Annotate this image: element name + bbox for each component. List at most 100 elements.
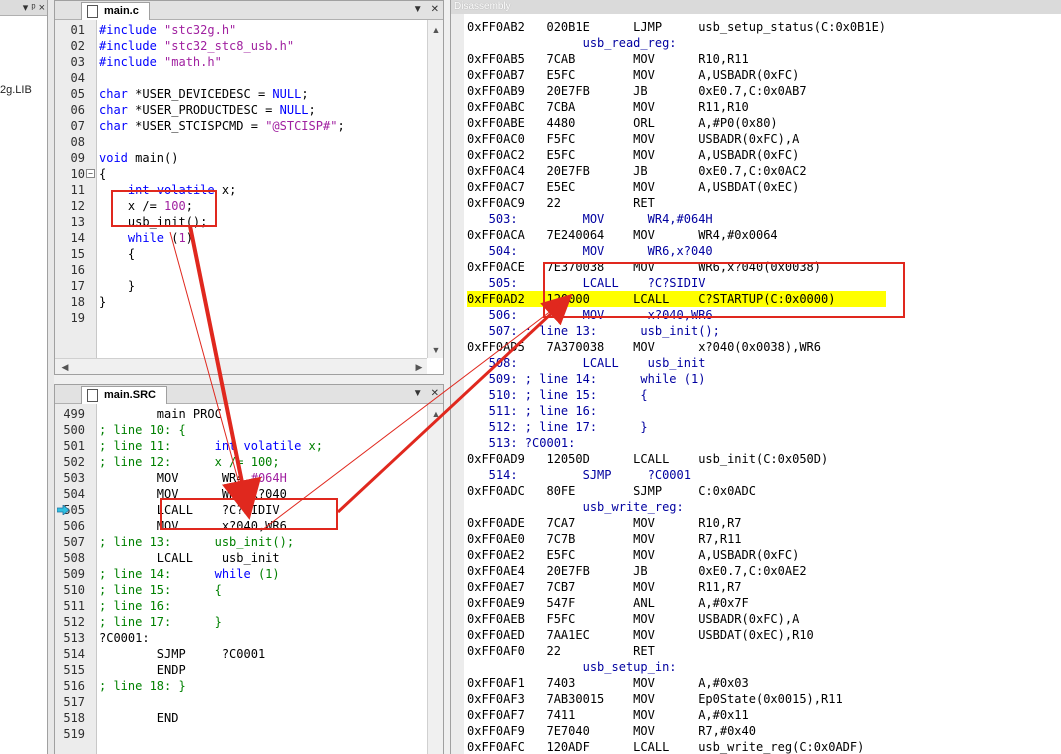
line-number: 518 bbox=[63, 711, 85, 725]
line-code: ; line 13: usb_init(); bbox=[99, 535, 295, 549]
disassembly-line: 0xFF0AC9 22 RET bbox=[467, 196, 655, 210]
line-code: ; line 16: bbox=[99, 599, 172, 613]
disassembly-line: 0xFF0AE2 E5FC MOV A,USBADR(0xFC) bbox=[467, 548, 800, 562]
disassembly-line: 0xFF0AE4 20E7FB JB 0xE0.7,C:0x0AE2 bbox=[467, 564, 807, 578]
disassembly-code[interactable]: 0xFF0AB2 020B1E LJMP usb_setup_status(C:… bbox=[467, 19, 887, 754]
line-code: { bbox=[99, 247, 136, 261]
line-code: void main() bbox=[99, 151, 179, 165]
scroll-up-icon[interactable]: ▲ bbox=[428, 406, 444, 422]
disassembly-line: 0xFF0AE7 7CB7 MOV R11,R7 bbox=[467, 580, 742, 594]
disassembly-line: 513: ?C0001: bbox=[467, 436, 576, 450]
line-number: 511 bbox=[63, 599, 85, 613]
project-file-item[interactable]: 2g.LIB bbox=[0, 84, 32, 96]
fold-toggle-icon[interactable]: − bbox=[86, 169, 95, 178]
line-code: LCALL ?C?SIDIV bbox=[99, 503, 280, 517]
disassembly-line: 0xFF0ABC 7CBA MOV R11,R10 bbox=[467, 100, 749, 114]
project-panel: ▾ ᵖ × 2g.LIB bbox=[0, 0, 48, 754]
line-number: 08 bbox=[70, 135, 85, 149]
line-code: MOV WR6,x?040 bbox=[99, 487, 287, 501]
line-number: 11 bbox=[70, 183, 85, 197]
line-number: 15 bbox=[70, 247, 85, 261]
line-number: 18 bbox=[70, 295, 85, 309]
disassembly-line: 0xFF0AF7 7411 MOV A,#0x11 bbox=[467, 708, 749, 722]
line-code: main PROC bbox=[99, 407, 222, 421]
line-number: 507 bbox=[63, 535, 85, 549]
disassembly-line: 0xFF0AB5 7CAB MOV R10,R11 bbox=[467, 52, 749, 66]
line-number: 509 bbox=[63, 567, 85, 581]
disassembly-line: 0xFF0AC2 E5FC MOV A,USBADR(0xFC) bbox=[467, 148, 800, 162]
mainsrc-window: main.SRC ▼ ✕ 499 main PROC 500 ; line 10: {… bbox=[54, 384, 444, 754]
line-number: 499 bbox=[63, 407, 85, 421]
disassembly-line: 0xFF0AC7 E5EC MOV A,USBDAT(0xEC) bbox=[467, 180, 800, 194]
scroll-left-icon[interactable]: ◀ bbox=[57, 359, 73, 375]
tab-dropdown-icon[interactable]: ▼ bbox=[413, 4, 423, 15]
line-number: 519 bbox=[63, 727, 85, 741]
tab-dropdown-icon[interactable]: ▼ bbox=[413, 388, 423, 399]
disassembly-line: 514: SJMP ?C0001 bbox=[467, 468, 691, 482]
project-panel-header[interactable]: ▾ ᵖ × bbox=[0, 0, 47, 16]
line-code: { bbox=[99, 167, 107, 181]
disassembly-line: usb_write_reg: bbox=[467, 500, 684, 514]
disassembly-line: 0xFF0AB9 20E7FB JB 0xE0.7,C:0x0AB7 bbox=[467, 84, 807, 98]
disassembly-line: 0xFF0AE9 547F ANL A,#0x7F bbox=[467, 596, 749, 610]
vertical-scrollbar[interactable]: ▲ bbox=[427, 404, 443, 754]
line-code: ; line 18: } bbox=[99, 679, 186, 693]
line-number: 501 bbox=[63, 439, 85, 453]
close-icon[interactable]: ✕ bbox=[431, 4, 439, 15]
line-number: 17 bbox=[70, 279, 85, 293]
line-code: SJMP ?C0001 bbox=[99, 647, 266, 661]
disassembly-line: 0xFF0AFC 120ADF LCALL usb_write_reg(C:0x… bbox=[467, 740, 865, 754]
disassembly-line: 0xFF0AB7 E5FC MOV A,USBADR(0xFC) bbox=[467, 68, 800, 82]
line-number: 514 bbox=[63, 647, 85, 661]
line-number: 500 bbox=[63, 423, 85, 437]
disassembly-line: 0xFF0AD9 12050D LCALL usb_init(C:0x050D) bbox=[467, 452, 829, 466]
disassembly-title: Disassembly bbox=[451, 0, 1061, 14]
line-code: usb_init(); bbox=[99, 215, 208, 229]
line-number: 510 bbox=[63, 583, 85, 597]
disassembly-line: 0xFF0ADC 80FE SJMP C:0x0ADC bbox=[467, 484, 756, 498]
line-number: 504 bbox=[63, 487, 85, 501]
mainsrc-editor[interactable]: 499 main PROC 500 ; line 10: { 501 ; line 11… bbox=[55, 404, 443, 754]
disassembly-line: 0xFF0ACA 7E240064 MOV WR4,#0x0064 bbox=[467, 228, 778, 242]
close-icon[interactable]: ✕ bbox=[431, 388, 439, 399]
line-number: 515 bbox=[63, 663, 85, 677]
tab-mainc[interactable]: main.c bbox=[81, 2, 150, 20]
line-number: 502 bbox=[63, 455, 85, 469]
line-number: 10 bbox=[70, 167, 85, 181]
vertical-scrollbar[interactable]: ▲ ▼ bbox=[427, 20, 443, 358]
disassembly-line: 508: LCALL usb_init bbox=[467, 356, 706, 370]
line-number: 12 bbox=[70, 199, 85, 213]
disassembly-line: 0xFF0AB2 020B1E LJMP usb_setup_status(C:… bbox=[467, 20, 887, 34]
line-code: char *USER_PRODUCTDESC = NULL; bbox=[99, 103, 316, 117]
line-number: 513 bbox=[63, 631, 85, 645]
mainc-window: main.c ▼ ✕ 01 #include "stc32g.h" 02 #includ… bbox=[54, 0, 444, 375]
line-number: 01 bbox=[70, 23, 85, 37]
disassembly-line: 0xFF0AED 7AA1EC MOV USBDAT(0xEC),R10 bbox=[467, 628, 814, 642]
line-number: 512 bbox=[63, 615, 85, 629]
line-code: ; line 11: int volatile x; bbox=[99, 439, 323, 453]
scroll-up-icon[interactable]: ▲ bbox=[428, 22, 444, 38]
line-number: 14 bbox=[70, 231, 85, 245]
line-code: while (1) bbox=[127, 231, 193, 245]
line-code: ; line 15: { bbox=[99, 583, 222, 597]
scroll-down-icon[interactable]: ▼ bbox=[428, 342, 444, 358]
mainc-editor[interactable]: 01 #include "stc32g.h" 02 #include "stc32_s… bbox=[55, 20, 443, 358]
line-code: x /= 100; bbox=[99, 199, 193, 213]
line-number: 19 bbox=[70, 311, 85, 325]
disassembly-line: usb_setup_in: bbox=[467, 660, 677, 674]
tab-mainsrc[interactable]: main.SRC bbox=[81, 386, 167, 404]
line-number: 06 bbox=[70, 103, 85, 117]
line-code: ; line 10: { bbox=[99, 423, 186, 437]
current-line-arrow-icon bbox=[57, 505, 69, 515]
line-code: char *USER_DEVICEDESC = NULL; bbox=[99, 87, 309, 101]
disassembly-line: 0xFF0ABE 4480 ORL A,#P0(0x80) bbox=[467, 116, 778, 130]
line-code: LCALL usb_init bbox=[99, 551, 280, 565]
disassembly-line: 0xFF0ACE 7E370038 MOV WR6,x?040(0x0038) bbox=[467, 260, 822, 274]
line-number: 07 bbox=[70, 119, 85, 133]
disassembly-gutter bbox=[451, 14, 464, 754]
horizontal-scrollbar[interactable]: ◀ ▶ bbox=[55, 358, 427, 374]
disassembly-line: 505: LCALL ?C?SIDIV bbox=[467, 276, 706, 290]
scroll-right-icon[interactable]: ▶ bbox=[411, 359, 427, 375]
line-code: #include "stc32g.h" bbox=[99, 23, 237, 37]
disassembly-line: 0xFF0AF0 22 RET bbox=[467, 644, 655, 658]
